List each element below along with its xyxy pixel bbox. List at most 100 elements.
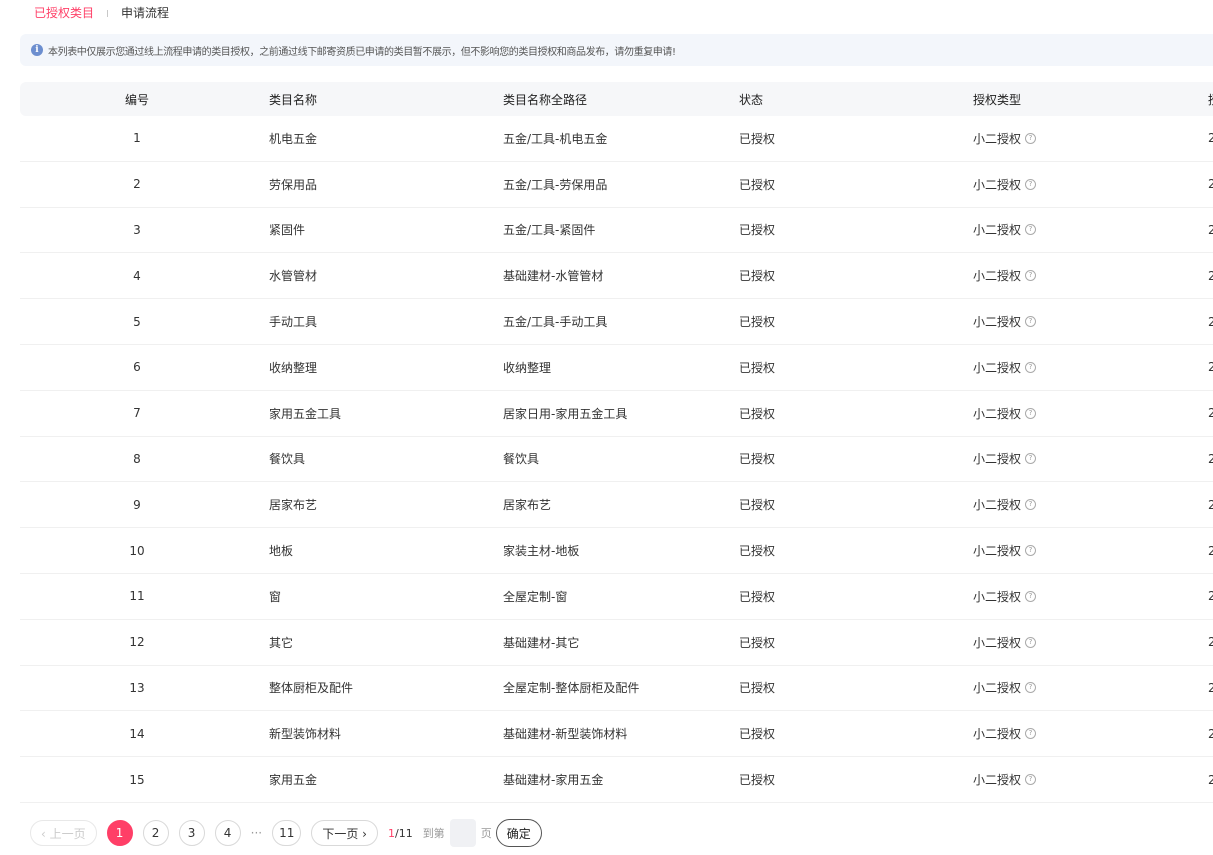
cell-auth-type: 小二授权? xyxy=(973,345,1037,390)
help-icon[interactable]: ? xyxy=(1025,545,1037,557)
cell-number: 2 xyxy=(20,162,254,207)
cell-auth-type: 小二授权? xyxy=(973,253,1037,298)
cell-status-text: 已授权 xyxy=(739,315,776,330)
cell-category-name: 紧固件 xyxy=(269,208,305,253)
page-button-4[interactable]: 4 xyxy=(214,820,241,846)
help-icon[interactable]: ? xyxy=(1025,270,1037,282)
cell-auth-type-text: 小二授权 xyxy=(973,360,1022,375)
cell-auth-time: 2 xyxy=(1208,528,1213,573)
cell-status-text: 已授权 xyxy=(739,544,776,559)
help-icon[interactable]: ? xyxy=(1025,316,1037,328)
help-icon[interactable]: ? xyxy=(1025,132,1037,144)
cell-auth-type: 小二授权? xyxy=(973,757,1037,802)
cell-number: 4 xyxy=(20,253,254,298)
cell-status: 已授权 xyxy=(739,162,775,207)
cell-category-path: 五金/工具-劳保用品 xyxy=(503,162,607,207)
next-page-button[interactable]: 下一页 › xyxy=(311,820,378,846)
cell-auth-type-text: 小二授权 xyxy=(973,681,1022,696)
confirm-button[interactable]: 确定 xyxy=(495,819,542,847)
cell-auth-time: 2 xyxy=(1208,620,1213,665)
cell-auth-type-text: 小二授权 xyxy=(973,773,1022,788)
cell-category-name-text: 紧固件 xyxy=(269,223,306,238)
total-pages: /11 xyxy=(394,826,413,840)
cell-category-name: 窗 xyxy=(269,574,281,619)
cell-category-name-text: 餐饮具 xyxy=(269,452,306,467)
cell-category-name: 整体厨柜及配件 xyxy=(269,666,353,711)
table-row: 5 手动工具 五金/工具-手动工具 已授权 小二授权? 2 xyxy=(20,299,1213,345)
cell-category-path: 全屋定制-窗 xyxy=(503,574,567,619)
cell-number-text: 6 xyxy=(133,360,141,375)
help-icon[interactable]: ? xyxy=(1025,361,1037,373)
tab-application-process[interactable]: 申请流程 xyxy=(121,0,169,26)
cell-category-path: 餐饮具 xyxy=(503,437,539,482)
cell-category-path-text: 基础建材-其它 xyxy=(503,635,580,650)
page-button-3[interactable]: 3 xyxy=(178,820,205,846)
cell-category-name-text: 家用五金工具 xyxy=(269,406,342,421)
table-row: 9 居家布艺 居家布艺 已授权 小二授权? 2 xyxy=(20,482,1213,529)
cell-auth-time-text: 2 xyxy=(1208,543,1213,558)
cell-status: 已授权 xyxy=(739,299,775,344)
cell-category-path-text: 五金/工具-劳保用品 xyxy=(503,177,608,192)
cell-category-path: 基础建材-家用五金 xyxy=(503,757,603,802)
cell-category-path: 居家日用-家用五金工具 xyxy=(503,391,627,436)
cell-auth-type: 小二授权? xyxy=(973,391,1037,436)
cell-category-name-text: 居家布艺 xyxy=(269,498,318,513)
page-button-1[interactable]: 1 xyxy=(106,820,133,846)
table-row: 13 整体厨柜及配件 全屋定制-整体厨柜及配件 已授权 小二授权? 2 xyxy=(20,666,1213,712)
cell-status-text: 已授权 xyxy=(739,131,776,146)
cell-auth-type-text: 小二授权 xyxy=(973,223,1022,238)
page-button-2[interactable]: 2 xyxy=(142,820,169,846)
help-icon[interactable]: ? xyxy=(1025,453,1037,465)
table-row: 14 新型装饰材料 基础建材-新型装饰材料 已授权 小二授权? 2 xyxy=(20,711,1213,758)
help-icon[interactable]: ? xyxy=(1025,682,1037,694)
cell-status: 已授权 xyxy=(739,437,775,482)
help-icon[interactable]: ? xyxy=(1025,774,1037,786)
cell-number-text: 12 xyxy=(129,635,145,650)
table-row: 10 地板 家装主材-地板 已授权 小二授权? 2 xyxy=(20,528,1213,574)
cell-number: 8 xyxy=(20,437,254,482)
help-icon[interactable]: ? xyxy=(1025,407,1037,419)
cell-auth-type: 小二授权? xyxy=(973,482,1037,527)
cell-category-path: 基础建材-新型装饰材料 xyxy=(503,711,627,756)
cell-category-path-text: 全屋定制-整体厨柜及配件 xyxy=(503,681,640,696)
cell-status-text: 已授权 xyxy=(739,635,776,650)
goto-suffix: 页 xyxy=(480,827,492,840)
cell-number-text: 4 xyxy=(133,268,141,283)
cell-number: 14 xyxy=(20,711,254,756)
cell-auth-time: 2 xyxy=(1208,437,1213,482)
help-icon[interactable]: ? xyxy=(1025,178,1037,190)
help-icon[interactable]: ? xyxy=(1025,728,1037,740)
help-icon[interactable]: ? xyxy=(1025,499,1037,511)
cell-auth-type-text: 小二授权 xyxy=(973,406,1022,421)
tab-authorized-categories[interactable]: 已授权类目 xyxy=(34,0,94,26)
cell-status: 已授权 xyxy=(739,482,775,527)
cell-category-path-text: 家装主材-地板 xyxy=(503,544,580,559)
cell-category-path: 家装主材-地板 xyxy=(503,528,579,573)
cell-auth-type-text: 小二授权 xyxy=(973,452,1022,467)
help-icon[interactable]: ? xyxy=(1025,636,1037,648)
cell-category-name-text: 家用五金 xyxy=(269,773,318,788)
cell-category-name: 家用五金 xyxy=(269,757,317,802)
notice-banner: i 本列表中仅展示您通过线上流程申请的类目授权，之前通过线下邮寄资质已申请的类目… xyxy=(20,34,1213,66)
current-page-number: 1 xyxy=(387,826,395,840)
help-icon[interactable]: ? xyxy=(1025,224,1037,236)
cell-auth-time-text: 2 xyxy=(1208,314,1213,329)
cell-category-name: 手动工具 xyxy=(269,299,317,344)
cell-number: 3 xyxy=(20,208,254,253)
cell-status-text: 已授权 xyxy=(739,269,776,284)
page-button-11[interactable]: 11 xyxy=(272,820,302,846)
cell-category-name: 居家布艺 xyxy=(269,482,317,527)
cell-auth-type-text: 小二授权 xyxy=(973,131,1022,146)
cell-category-name: 机电五金 xyxy=(269,116,317,161)
help-icon[interactable]: ? xyxy=(1025,590,1037,602)
cell-category-path-text: 收纳整理 xyxy=(503,360,552,375)
cell-status: 已授权 xyxy=(739,620,775,665)
cell-auth-time-text: 2 xyxy=(1208,635,1213,650)
cell-status-text: 已授权 xyxy=(739,681,776,696)
cell-category-path: 全屋定制-整体厨柜及配件 xyxy=(503,666,639,711)
goto-page-input[interactable] xyxy=(449,819,476,847)
cell-auth-time-text: 2 xyxy=(1208,680,1213,695)
prev-page-button[interactable]: ‹ 上一页 xyxy=(30,820,97,846)
cell-number-text: 15 xyxy=(129,772,145,787)
cell-number-text: 3 xyxy=(133,222,141,237)
